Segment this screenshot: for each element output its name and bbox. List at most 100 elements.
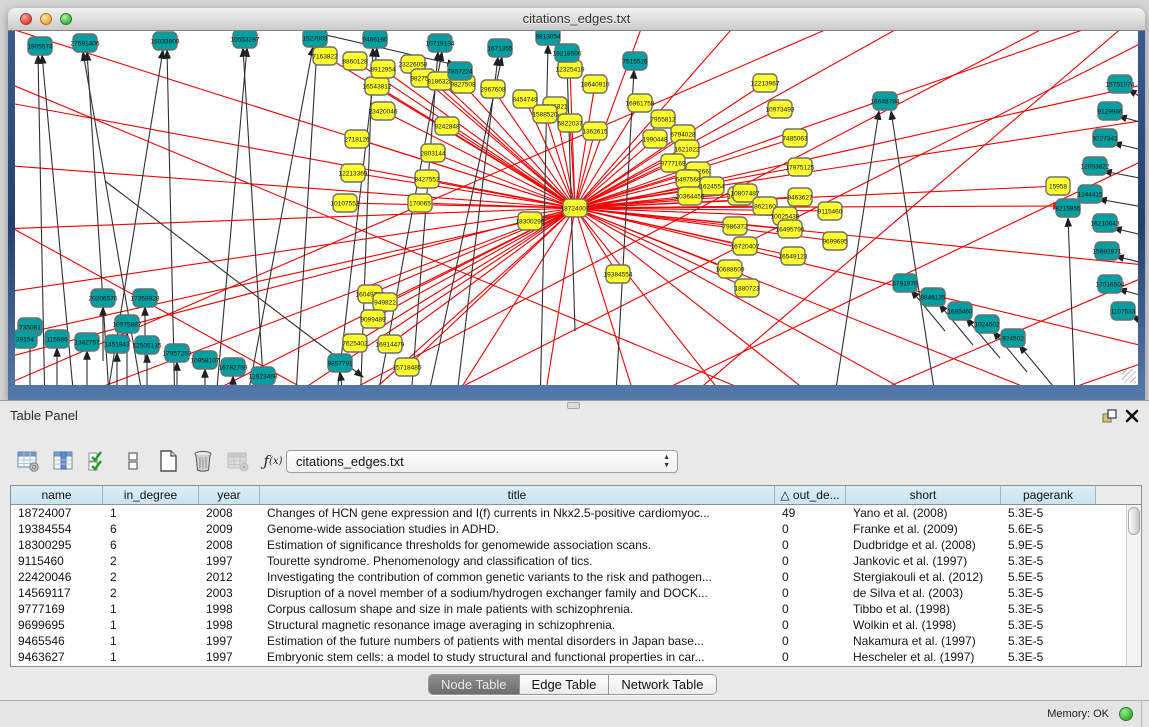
table-cell[interactable]: Franke et al. (2009) (846, 521, 1001, 537)
graph-edge[interactable] (167, 50, 175, 385)
graph-node[interactable]: 9699695 (822, 232, 848, 250)
graph-node[interactable]: 12213369 (339, 164, 368, 182)
table-cell[interactable]: Structural magnetic resonance image aver… (260, 617, 775, 633)
table-cell[interactable]: 14569117 (11, 585, 103, 601)
column-header[interactable]: pagerank (1001, 486, 1096, 504)
graph-node[interactable]: 9129966 (1097, 102, 1123, 120)
table-cell[interactable]: 22420046 (11, 569, 103, 585)
float-panel-icon[interactable] (1102, 409, 1117, 424)
table-cell[interactable]: 2009 (199, 521, 260, 537)
graph-edge[interactable] (1098, 199, 1138, 209)
splitter-grip[interactable] (567, 402, 580, 409)
graph-node[interactable]: 9115460 (818, 202, 843, 220)
graph-node[interactable]: 7857224 (447, 62, 473, 80)
table-cell[interactable]: Nakamura et al. (1997) (846, 633, 1001, 649)
graph-node[interactable]: 9099489 (360, 310, 386, 328)
new-column-icon[interactable] (156, 449, 180, 473)
graph-edge[interactable] (1103, 171, 1138, 181)
graph-edge[interactable] (243, 48, 265, 385)
graph-edge[interactable] (715, 251, 1138, 385)
table-cell[interactable]: Investigating the contribution of common… (260, 569, 775, 585)
table-cell[interactable]: Tibbo et al. (1998) (846, 601, 1001, 617)
graph-node[interactable]: 16495796 (776, 220, 805, 238)
table-cell[interactable]: 1 (103, 505, 199, 521)
graph-node[interactable]: 9466160 (362, 31, 388, 48)
graph-node[interactable]: 8813054 (535, 31, 561, 45)
table-selector-dropdown[interactable]: citations_edges.txt ▲▼ (286, 450, 678, 473)
table-cell[interactable]: 2008 (199, 505, 260, 521)
graph-node[interactable]: 7515526 (622, 52, 648, 70)
graph-node[interactable]: 12093822 (1081, 157, 1110, 175)
table-cell[interactable]: Disruption of a novel member of a sodium… (260, 585, 775, 601)
graph-node[interactable]: 1588520 (532, 105, 558, 123)
tab-edge-table[interactable]: Edge Table (520, 675, 610, 694)
graph-node[interactable]: 1880723 (734, 279, 760, 297)
function-builder-icon[interactable]: ƒ(x) (261, 449, 285, 473)
graph-edge[interactable] (373, 208, 575, 319)
graph-node[interactable]: 10975887 (113, 315, 142, 333)
table-cell[interactable]: 18300295 (11, 537, 103, 553)
table-cell[interactable]: 6 (103, 521, 199, 537)
graph-node[interactable]: 15751074 (1106, 75, 1135, 93)
graph-node[interactable]: 8912954 (370, 60, 396, 78)
graph-node[interactable]: 15692971 (1093, 242, 1122, 260)
table-cell[interactable]: 1 (103, 617, 199, 633)
graph-node[interactable]: 9846135 (920, 288, 946, 306)
table-cell[interactable]: Embryonic stem cells: a model to study s… (260, 649, 775, 665)
table-cell[interactable]: Tourette syndrome. Phenomenology and cla… (260, 553, 775, 569)
table-cell[interactable]: 9465546 (11, 633, 103, 649)
table-cell[interactable]: 0 (775, 649, 846, 665)
graph-node[interactable]: 16543812 (363, 77, 392, 95)
graph-node[interactable]: 12213967 (751, 74, 780, 92)
graph-node[interactable]: 8215955 (1055, 199, 1081, 217)
table-cell[interactable]: 1997 (199, 649, 260, 665)
table-cell[interactable]: 1 (103, 649, 199, 665)
table-scrollbar[interactable] (1126, 505, 1141, 666)
graph-node[interactable]: 1362615 (582, 122, 608, 140)
table-row[interactable]: 1938455462009Genome-wide association stu… (11, 521, 1141, 537)
graph-node[interactable]: 10973493 (766, 100, 795, 118)
table-cell[interactable]: 5.3E-5 (1001, 601, 1096, 617)
graph-node[interactable]: 20364456 (676, 187, 705, 205)
column-header[interactable]: △ out_de... (775, 486, 846, 504)
table-cell[interactable]: 0 (775, 601, 846, 617)
graph-node[interactable]: 9463627 (787, 188, 813, 206)
unselect-all-icon[interactable] (121, 449, 145, 473)
table-cell[interactable]: Stergiakouli et al. (2012) (846, 569, 1001, 585)
table-cell[interactable]: Wolkin et al. (1998) (846, 617, 1001, 633)
graph-node[interactable]: 19384554 (604, 265, 633, 283)
table-cell[interactable]: 0 (775, 537, 846, 553)
graph-edge[interactable] (15, 161, 575, 208)
graph-node[interactable]: 7485063 (782, 129, 808, 147)
table-cell[interactable]: 49 (775, 505, 846, 521)
graph-node[interactable]: 7625402 (342, 334, 368, 352)
graph-node[interactable]: 10553287 (231, 31, 260, 48)
table-row[interactable]: 1872400712008Changes of HCN gene express… (11, 505, 1141, 521)
graph-node[interactable]: 17957253 (163, 344, 192, 362)
graph-node[interactable]: 17016504 (1096, 275, 1125, 293)
table-row[interactable]: 969969511998Structural magnetic resonanc… (11, 617, 1141, 633)
graph-node[interactable]: 27691406 (71, 34, 100, 52)
table-cell[interactable]: 5.3E-5 (1001, 553, 1096, 569)
graph-node[interactable]: 1671355 (487, 39, 513, 57)
graph-edge[interactable] (340, 372, 345, 385)
graph-node[interactable]: 6822037 (557, 114, 583, 132)
graph-node[interactable]: 16914479 (376, 335, 405, 353)
table-cell[interactable]: Dudbridge et al. (2008) (846, 537, 1001, 553)
table-row[interactable]: 946362711997Embryonic stem cells: a mode… (11, 649, 1141, 665)
graph-edge[interactable] (390, 208, 575, 344)
graph-edge[interactable] (407, 208, 575, 367)
table-row[interactable]: 2242004622012Investigating the contribut… (11, 569, 1141, 585)
table-row[interactable]: 911546021997Tourette syndrome. Phenomeno… (11, 553, 1141, 569)
table-cell[interactable]: 5.3E-5 (1001, 649, 1096, 665)
table-settings-icon[interactable] (16, 449, 40, 473)
table-cell[interactable]: Hescheler et al. (1997) (846, 649, 1001, 665)
graph-node[interactable]: 1244415 (1077, 185, 1103, 203)
graph-node[interactable]: 20206576 (89, 289, 118, 307)
network-canvas[interactable]: 1830029519384554101075521700651221336984… (15, 31, 1138, 385)
table-row[interactable]: 1456911722003Disruption of a novel membe… (11, 585, 1141, 601)
graph-node[interactable]: 1342757 (74, 333, 100, 351)
graph-node[interactable]: 1990448 (642, 130, 668, 148)
select-all-icon[interactable] (86, 449, 110, 473)
table-cell[interactable]: 5.3E-5 (1001, 505, 1096, 521)
